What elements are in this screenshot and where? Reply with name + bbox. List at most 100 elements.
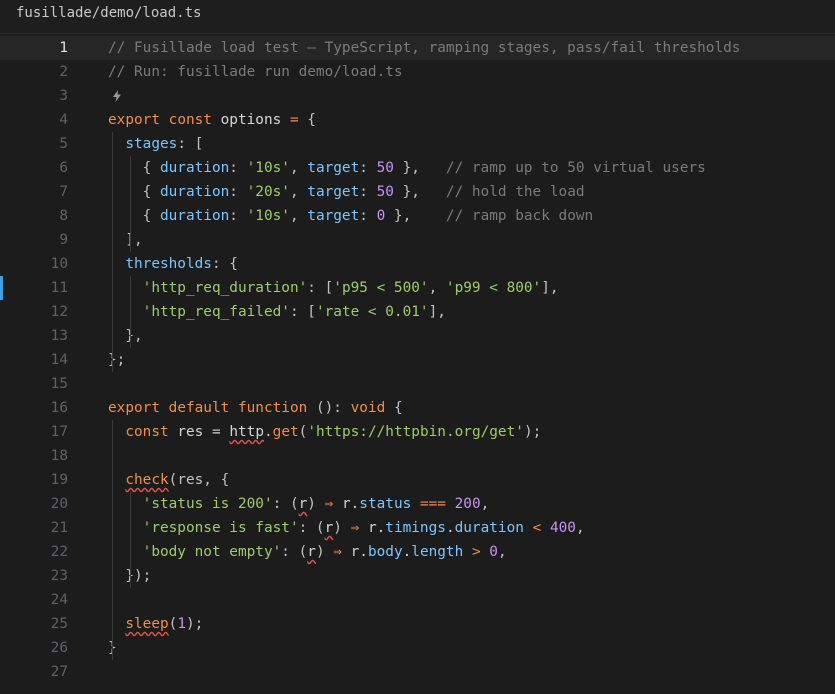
- line-number: 19: [50, 472, 68, 488]
- code-line[interactable]: 2 // Run: fusillade run demo/load.ts: [0, 60, 835, 84]
- line-number: 12: [50, 304, 68, 320]
- code-token: default: [168, 400, 230, 416]
- code-token-warning: http: [229, 424, 264, 440]
- code-line[interactable]: 15: [0, 372, 835, 396]
- code-token: : [: [289, 304, 316, 320]
- code-line[interactable]: 24: [0, 588, 835, 612]
- code-line[interactable]: 6 { duration: '10s', target: 50 }, // ra…: [0, 156, 835, 180]
- code-token: // Run: fusillade run demo/load.ts: [108, 64, 403, 80]
- code-token: 'https://httpbin.org/get': [307, 424, 524, 440]
- code-token: 'http_req_failed': [142, 304, 290, 320]
- code-token: >: [471, 544, 481, 560]
- code-text: { duration: '10s', target: 50 }, // ramp…: [108, 156, 706, 180]
- code-token: : [: [177, 136, 204, 152]
- line-number: 25: [50, 616, 68, 632]
- code-line[interactable]: 16 export default function (): void {: [0, 396, 835, 420]
- code-token: duration: [454, 520, 524, 536]
- code-token: ,: [289, 208, 308, 224]
- code-token: const: [125, 424, 169, 440]
- code-token: const: [168, 112, 212, 128]
- code-line[interactable]: 17 const res = http.get('https://httpbin…: [0, 420, 835, 444]
- code-line[interactable]: 13 },: [0, 324, 835, 348]
- code-line[interactable]: 1 // Fusillade load test — TypeScript, ra…: [0, 36, 835, 60]
- line-number: 21: [50, 520, 68, 536]
- line-number: 8: [59, 208, 68, 224]
- code-token: 0: [489, 544, 498, 560]
- code-token: r.: [333, 496, 360, 512]
- code-token: :: [229, 160, 247, 176]
- code-token: ,: [289, 184, 308, 200]
- code-line[interactable]: 25 sleep(1);: [0, 612, 835, 636]
- code-token: );: [186, 616, 204, 632]
- code-line[interactable]: 20 'status is 200': (r) ⇒ r.status === 2…: [0, 492, 835, 516]
- lightbulb-icon[interactable]: [112, 84, 122, 108]
- editor-title-bar: fusillade/demo/load.ts: [0, 0, 835, 34]
- code-line[interactable]: 5 stages: [: [0, 132, 835, 156]
- line-number: 3: [59, 88, 68, 104]
- code-line[interactable]: 9 ],: [0, 228, 835, 252]
- line-number: 18: [50, 448, 68, 464]
- code-token: 'response is fast': [142, 520, 299, 536]
- line-number: 16: [50, 400, 68, 416]
- code-line[interactable]: 12 'http_req_failed': ['rate < 0.01'],: [0, 300, 835, 324]
- code-line[interactable]: 22 'body not empty': (r) ⇒ r.body.length…: [0, 540, 835, 564]
- code-line[interactable]: 7 { duration: '20s', target: 50 }, // ho…: [0, 180, 835, 204]
- code-token: ],: [428, 304, 446, 320]
- code-token: : (: [298, 520, 325, 536]
- line-number: 23: [50, 568, 68, 584]
- code-token: 50: [376, 160, 394, 176]
- code-line[interactable]: 3: [0, 84, 835, 108]
- code-line[interactable]: 26}: [0, 636, 835, 660]
- code-token: 'p99 < 800': [445, 280, 542, 296]
- code-line[interactable]: 27: [0, 660, 835, 684]
- code-line[interactable]: 8 { duration: '10s', target: 0 }, // ram…: [0, 204, 835, 228]
- line-number: 26: [50, 640, 68, 656]
- indent-guide: [130, 492, 131, 588]
- code-token: thresholds: [125, 256, 212, 272]
- code-token: // ramp back down: [445, 208, 594, 224]
- code-token: .: [445, 520, 455, 536]
- code-token: .: [402, 544, 412, 560]
- code-token: export: [108, 400, 160, 416]
- code-token: // hold the load: [445, 184, 585, 200]
- code-text: check(res, {: [108, 468, 229, 492]
- code-token: 50: [376, 184, 394, 200]
- code-token: status: [359, 496, 412, 512]
- code-token: body: [367, 544, 403, 560]
- code-text: 'body not empty': (r) ⇒ r.body.length > …: [108, 540, 507, 564]
- code-token: ): [315, 544, 334, 560]
- code-line[interactable]: 23 });: [0, 564, 835, 588]
- code-line[interactable]: 14};: [0, 348, 835, 372]
- code-token: ,: [497, 544, 507, 560]
- file-path[interactable]: fusillade/demo/load.ts: [16, 5, 201, 21]
- code-token: // ramp up to 50 virtual users: [445, 160, 706, 176]
- code-line[interactable]: 19 check(res, {: [0, 468, 835, 492]
- code-token: target: [307, 208, 360, 224]
- code-line[interactable]: 10 thresholds: {: [0, 252, 835, 276]
- code-token-warning: r: [298, 496, 308, 512]
- code-token: : [: [307, 280, 334, 296]
- code-token: },: [393, 160, 446, 176]
- code-token: =: [289, 112, 299, 128]
- code-token: {: [108, 160, 160, 176]
- code-token: 'body not empty': [142, 544, 282, 560]
- code-line[interactable]: 21 'response is fast': (r) ⇒ r.timings.d…: [0, 516, 835, 540]
- code-line[interactable]: 4 export const options = {: [0, 108, 835, 132]
- indent-guide: [130, 276, 131, 348]
- code-editor[interactable]: 1 // Fusillade load test — TypeScript, ra…: [0, 35, 835, 694]
- line-number: 15: [50, 376, 68, 392]
- line-number: 2: [59, 64, 68, 80]
- code-text: stages: [: [108, 132, 203, 156]
- code-token: res: [168, 424, 212, 440]
- code-line[interactable]: 18: [0, 444, 835, 468]
- code-token: duration: [159, 160, 230, 176]
- code-line[interactable]: 11 'http_req_duration': ['p95 < 500', 'p…: [0, 276, 835, 300]
